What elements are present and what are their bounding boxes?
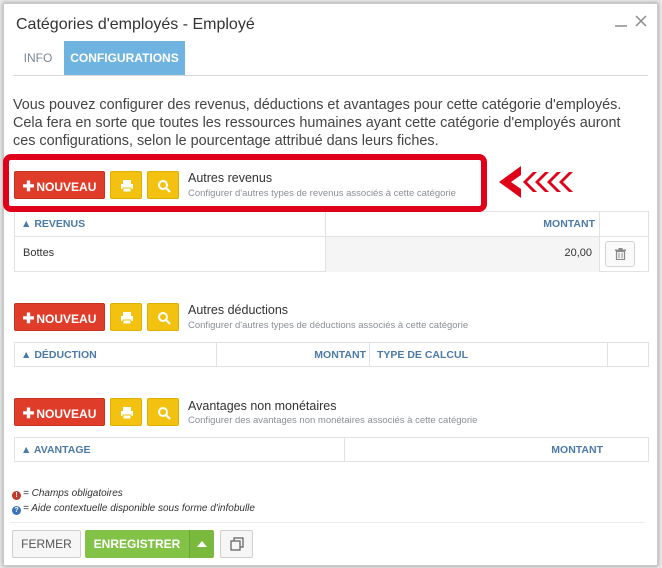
search-icon	[158, 312, 171, 325]
arrow-indicator-icon	[499, 166, 573, 198]
close-button[interactable]: FERMER	[12, 530, 81, 558]
deduction-section-subtitle: Configurer d'autres types de déductions …	[188, 320, 469, 331]
search-icon	[158, 407, 171, 420]
required-icon: !	[12, 491, 21, 500]
deduction-section-title: Autres déductions	[188, 303, 289, 317]
plus-icon: ✚	[22, 310, 35, 326]
dialog-title: Catégories d'employés - Employé	[16, 16, 255, 33]
search-deduction-button[interactable]	[147, 303, 179, 331]
intro-text: Vous pouvez configurer des revenus, dédu…	[13, 97, 622, 149]
amount-col-header[interactable]: MONTANT	[327, 212, 595, 236]
amount-col-header[interactable]: MONTANT	[218, 343, 366, 367]
help-icon: ?	[12, 506, 21, 515]
col-separator	[599, 212, 600, 272]
legend-required: ! = Champs obligatoires	[12, 488, 123, 500]
deduction-col-header[interactable]: ▲ DÉDUCTION	[21, 343, 211, 367]
duplicate-button[interactable]	[220, 530, 253, 558]
plus-icon: ✚	[22, 405, 35, 421]
close-icon[interactable]	[634, 14, 648, 28]
print-benefit-button[interactable]	[110, 398, 142, 426]
calc-type-col-header[interactable]: TYPE DE CALCUL	[377, 343, 577, 367]
highlight-box	[3, 154, 487, 212]
benefit-col-header[interactable]: ▲ AVANTAGE	[21, 438, 341, 462]
benefit-section-subtitle: Configurer des avantages non monétaires …	[188, 415, 478, 426]
search-benefit-button[interactable]	[147, 398, 179, 426]
col-separator	[344, 438, 345, 462]
new-benefit-button[interactable]: ✚ NOUVEAU	[14, 398, 105, 426]
legend-help: ? = Aide contextuelle disponible sous for…	[12, 503, 255, 515]
revenue-col-header[interactable]: ▲ REVENUS	[21, 212, 321, 236]
revenue-grid: ▲ REVENUS MONTANT Bottes 20,00	[14, 211, 649, 272]
print-icon	[121, 407, 133, 420]
tab-info[interactable]: INFO	[13, 41, 63, 75]
benefit-grid: ▲ AVANTAGE MONTANT	[14, 437, 649, 462]
save-dropdown-button[interactable]	[189, 530, 214, 558]
copy-icon	[230, 537, 244, 551]
table-row-amount: 20,00	[564, 247, 592, 259]
footer-divider	[10, 522, 645, 523]
print-deduction-button[interactable]	[110, 303, 142, 331]
benefit-section-title: Avantages non monétaires	[188, 399, 337, 413]
col-separator	[369, 343, 370, 367]
table-row-name: Bottes	[23, 247, 55, 259]
dialog-window: Catégories d'employés - Employé	[3, 3, 658, 566]
delete-row-button[interactable]	[605, 241, 635, 267]
amount-col-header[interactable]: MONTANT	[346, 438, 603, 462]
minimize-icon[interactable]	[614, 14, 628, 28]
new-deduction-button[interactable]: ✚ NOUVEAU	[14, 303, 105, 331]
caret-up-icon	[197, 541, 207, 547]
deduction-grid: ▲ DÉDUCTION MONTANT TYPE DE CALCUL	[14, 342, 649, 367]
tab-configurations[interactable]: CONFIGURATIONS	[64, 41, 185, 75]
tab-divider	[13, 75, 648, 76]
save-button[interactable]: ENREGISTRER	[85, 530, 189, 558]
col-separator	[216, 343, 217, 367]
print-icon	[121, 312, 133, 325]
col-separator	[607, 343, 608, 367]
trash-icon	[615, 248, 626, 260]
